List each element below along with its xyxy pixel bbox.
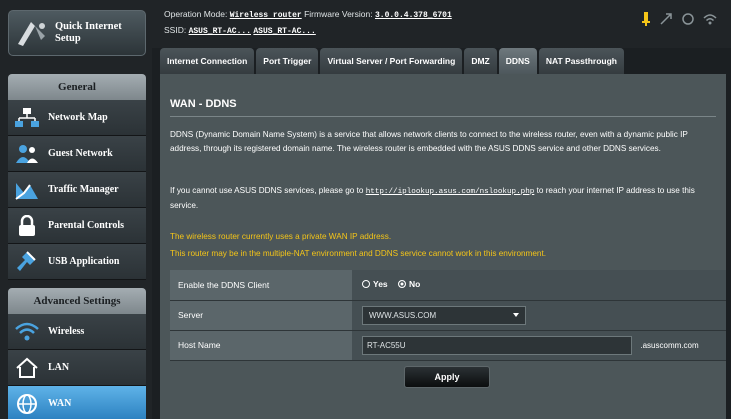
ddns-note: If you cannot use ASUS DDNS services, pl… (170, 186, 695, 210)
server-select[interactable]: WWW.ASUS.COM (362, 305, 526, 325)
tab-internet-connection[interactable]: Internet Connection (160, 48, 255, 74)
sidebar-item-wan[interactable]: WAN (8, 386, 146, 419)
home-icon (14, 357, 40, 379)
wireless-icon (14, 321, 40, 343)
header: Operation Mode: Wireless router Firmware… (152, 0, 731, 48)
tab-nat-passthrough[interactable]: NAT Passthrough (538, 48, 624, 74)
operation-mode-line: Operation Mode: Wireless router Firmware… (164, 9, 452, 20)
multiple-nat-warning: This router may be in the multiple-NAT e… (170, 249, 547, 258)
sidebar-item-guest-network[interactable]: Guest Network (8, 136, 146, 172)
firmware-version-link[interactable]: 3.0.0.4.378_6701 (375, 11, 452, 20)
iplookup-link[interactable]: http://iplookup.asus.com/nslookup.php (366, 188, 535, 196)
advanced-settings-section-title: Advanced Settings (8, 288, 146, 314)
sidebar-item-usb-application[interactable]: USB Application (8, 244, 146, 280)
chevron-down-icon (513, 313, 519, 317)
sidebar: Quick Internet Setup General Network Map… (0, 0, 152, 419)
server-label: Server (170, 300, 352, 331)
quick-internet-setup-button[interactable]: Quick Internet Setup (8, 10, 146, 56)
sidebar-item-wireless[interactable]: Wireless (8, 314, 146, 350)
host-name-label: Host Name (170, 330, 352, 361)
tab-bar: Internet Connection Port Trigger Virtual… (160, 48, 624, 74)
tab-ddns[interactable]: DDNS (498, 48, 537, 74)
page-title: WAN - DDNS (170, 98, 237, 110)
tab-port-trigger[interactable]: Port Trigger (256, 48, 319, 74)
apply-button[interactable]: Apply (404, 366, 490, 388)
sidebar-item-network-map[interactable]: Network Map (8, 100, 146, 136)
quick-setup-label: Quick Internet Setup (55, 21, 122, 44)
table-row: Server WWW.ASUS.COM (170, 300, 726, 331)
ssid-line: SSID: ASUS_RT-AC... ASUS_RT-AC... (164, 25, 316, 36)
status-icons (641, 12, 717, 31)
lock-status-icon[interactable] (681, 12, 695, 31)
general-section-title: General (8, 74, 146, 100)
ddns-description: DDNS (Dynamic Domain Name System) is a s… (170, 130, 688, 153)
network-status-icon[interactable] (641, 12, 651, 31)
tab-dmz[interactable]: DMZ (464, 48, 497, 74)
quick-setup-icon (15, 18, 49, 48)
lock-icon (14, 214, 40, 237)
advanced-nav: Wireless LAN WAN (8, 314, 146, 419)
usb-status-icon[interactable] (659, 12, 673, 31)
wifi-status-icon[interactable] (703, 12, 717, 31)
host-name-suffix: .asuscomm.com (640, 340, 699, 350)
globe-icon (14, 393, 40, 415)
general-nav: Network Map Guest Network Traffic Manage… (8, 100, 146, 280)
enable-ddns-options: Yes No (352, 270, 726, 301)
title-divider (170, 116, 716, 117)
sidebar-item-parental-controls[interactable]: Parental Controls (8, 208, 146, 244)
main-panel: WAN - DDNS DDNS (Dynamic Domain Name Sys… (160, 74, 726, 419)
ddns-yes-radio[interactable]: Yes (362, 279, 388, 289)
tab-virtual-server-port-forwarding[interactable]: Virtual Server / Port Forwarding (320, 48, 463, 74)
private-ip-warning: The wireless router currently uses a pri… (170, 232, 392, 241)
sidebar-item-lan[interactable]: LAN (8, 350, 146, 386)
usb-application-icon (14, 250, 40, 273)
traffic-manager-icon (14, 179, 40, 201)
operation-mode-link[interactable]: Wireless router (230, 11, 302, 20)
ssid-2g-link[interactable]: ASUS_RT-AC... (189, 27, 251, 36)
sidebar-item-traffic-manager[interactable]: Traffic Manager (8, 172, 146, 208)
ddns-no-radio[interactable]: No (398, 279, 420, 289)
guest-network-icon (14, 143, 40, 165)
ddns-settings-table: Enable the DDNS Client Yes No Server WWW… (170, 270, 726, 361)
host-name-input[interactable] (362, 335, 632, 355)
table-row: Host Name .asuscomm.com (170, 330, 726, 361)
table-row: Enable the DDNS Client Yes No (170, 270, 726, 301)
ssid-5g-link[interactable]: ASUS_RT-AC... (253, 27, 315, 36)
network-map-icon (14, 107, 40, 129)
enable-ddns-label: Enable the DDNS Client (170, 270, 352, 301)
